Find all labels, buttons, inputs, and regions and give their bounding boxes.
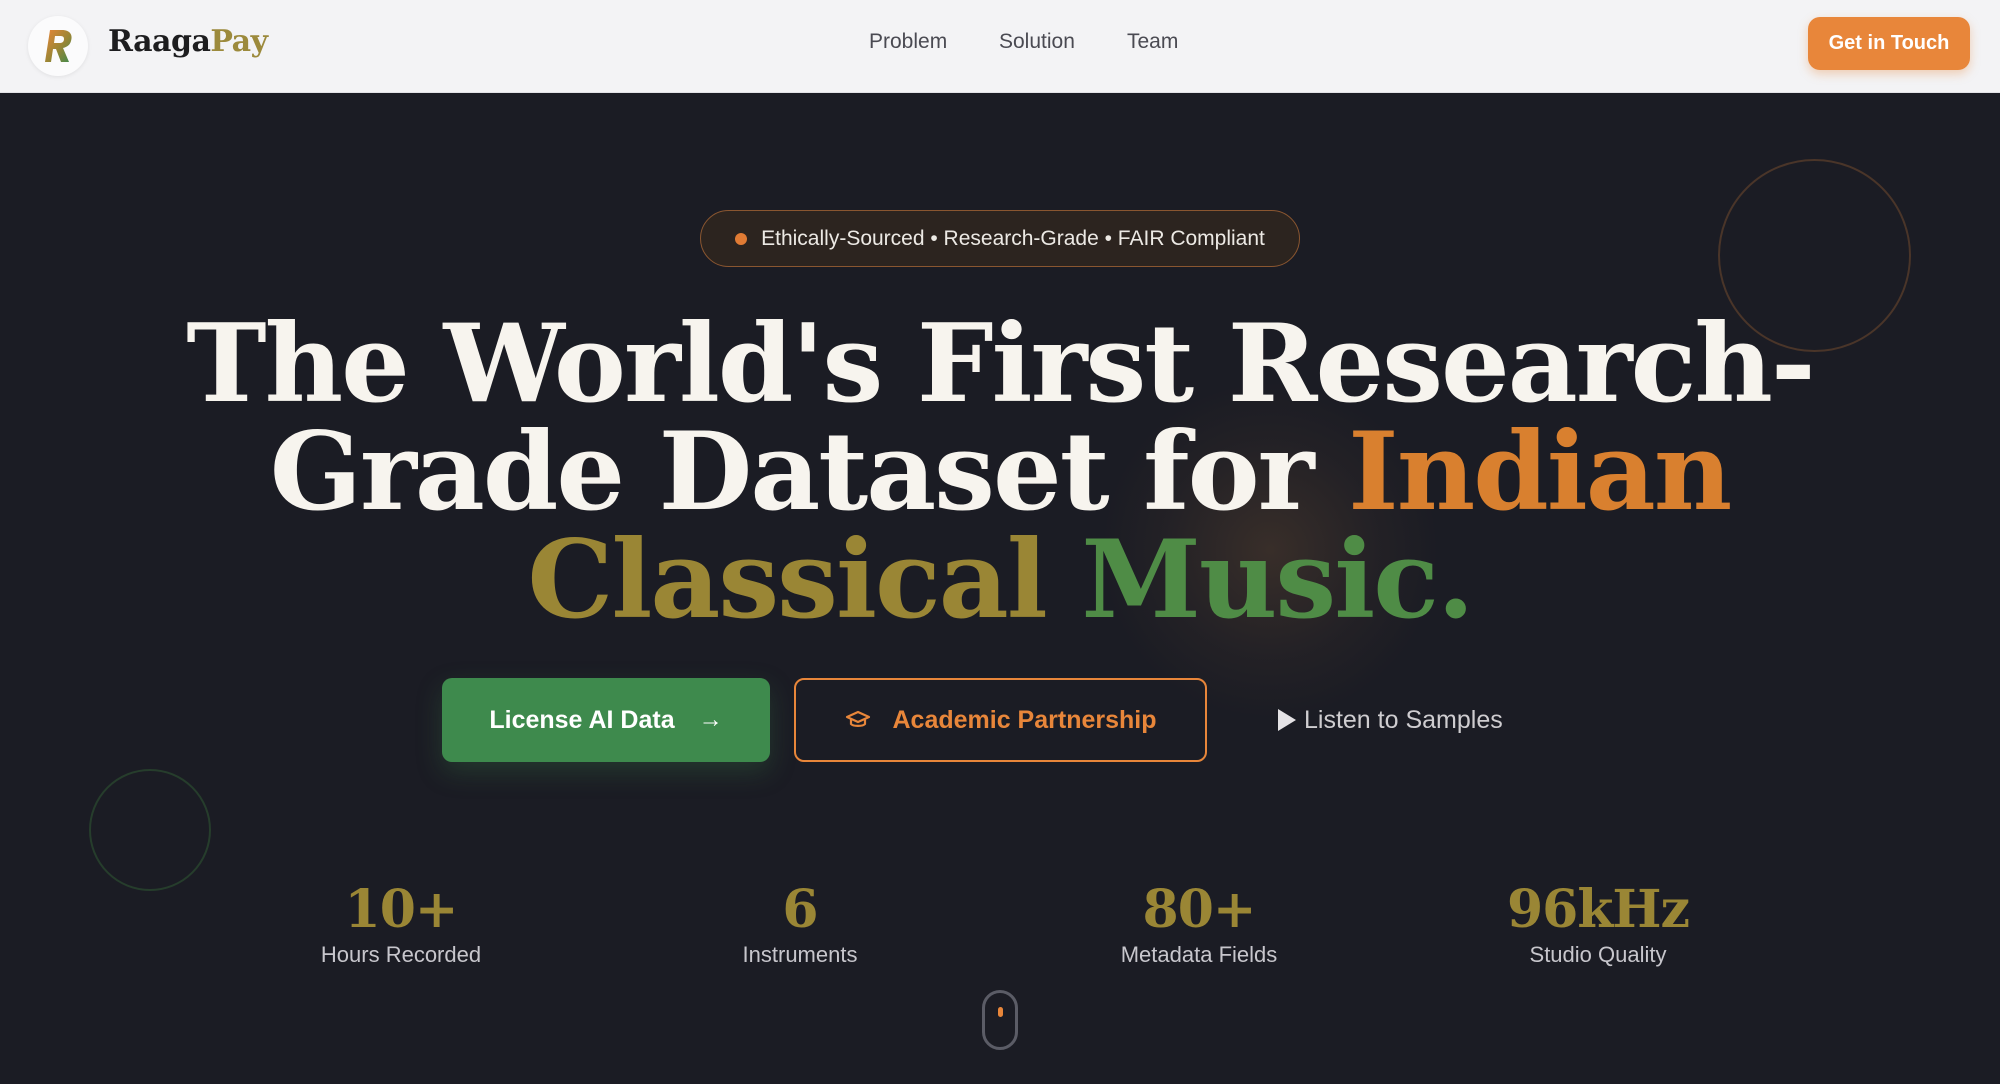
license-button-label: License AI Data: [489, 705, 675, 734]
scroll-wheel: [998, 1007, 1003, 1017]
academic-partnership-button[interactable]: Academic Partnership: [794, 678, 1207, 762]
stat-hours: 10+ Hours Recorded: [251, 880, 551, 968]
nav-link-team[interactable]: Team: [1127, 30, 1178, 54]
stat-value: 80+: [1142, 879, 1257, 940]
stat-quality: 96kHz Studio Quality: [1448, 880, 1748, 968]
mouse-scroll-icon[interactable]: [982, 990, 1018, 1050]
stat-label: Studio Quality: [1529, 942, 1667, 967]
feature-pill: Ethically-Sourced • Research-Grade • FAI…: [700, 210, 1300, 267]
stat-label: Hours Recorded: [320, 942, 482, 967]
stat-metadata: 80+ Metadata Fields: [1049, 880, 1349, 968]
headline-accent-classical: Classical: [527, 517, 1082, 643]
listen-to-samples-button[interactable]: Listen to Samples: [1278, 700, 1503, 740]
arrow-right-icon: →: [698, 706, 723, 733]
headline-line-1: The World's First Research-: [186, 301, 1816, 427]
nav-link-problem[interactable]: Problem: [869, 30, 947, 54]
main-nav: Problem Solution Team: [0, 30, 2000, 60]
play-icon: [1278, 709, 1296, 731]
listen-button-label: Listen to Samples: [1304, 705, 1503, 734]
academic-button-label: Academic Partnership: [892, 705, 1157, 734]
headline-accent-music: Music.: [1081, 517, 1474, 643]
stat-value: 10+: [344, 879, 459, 940]
graduation-cap-icon: [845, 710, 871, 730]
hero-headline: The World's First Research- Grade Datase…: [0, 310, 2000, 634]
headline-line-2: Grade Dataset for Indian: [0, 418, 2000, 526]
stat-label: Instruments: [742, 942, 858, 967]
pill-text: Ethically-Sourced • Research-Grade • FAI…: [761, 226, 1265, 250]
get-in-touch-button[interactable]: Get in Touch: [1808, 17, 1970, 70]
stat-instruments: 6 Instruments: [650, 880, 950, 968]
headline-line-3: Classical Music.: [0, 526, 2000, 634]
stat-value: 96kHz: [1506, 879, 1690, 940]
nav-link-solution[interactable]: Solution: [999, 30, 1075, 54]
pill-dot-icon: [735, 232, 748, 245]
license-ai-data-button[interactable]: License AI Data →: [442, 678, 770, 762]
stat-label: Metadata Fields: [1120, 942, 1278, 967]
site-header: RaagaPay Problem Solution Team Get in To…: [0, 0, 2000, 93]
decorative-circle-green: [89, 769, 211, 891]
stat-value: 6: [782, 879, 818, 940]
